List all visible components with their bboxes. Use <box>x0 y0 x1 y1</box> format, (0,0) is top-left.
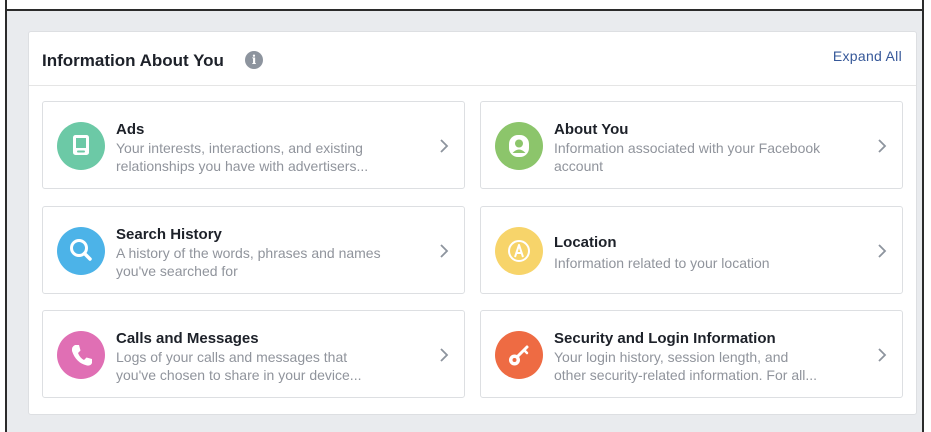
card-description: Information related to your location <box>554 254 854 272</box>
card-ads[interactable]: Ads Your interests, interactions, and ex… <box>42 101 465 189</box>
card-title: About You <box>554 121 629 138</box>
location-icon <box>495 227 543 275</box>
window-frame-top <box>0 0 931 11</box>
card-about-you[interactable]: About You Information associated with yo… <box>480 101 903 189</box>
search-icon <box>57 227 105 275</box>
card-title: Security and Login Information <box>554 330 776 347</box>
description-line: relationships you have with advertisers.… <box>116 158 369 174</box>
description-line: you've chosen to share in your device... <box>116 367 362 383</box>
card-location[interactable]: Location Information related to your loc… <box>480 206 903 294</box>
info-icon[interactable]: i <box>245 51 263 69</box>
card-description: Your interests, interactions, and existi… <box>116 139 416 175</box>
description-line: Your interests, interactions, and existi… <box>116 140 363 156</box>
chevron-right-icon <box>875 138 889 154</box>
description-line: account <box>554 158 604 174</box>
description-line: Logs of your calls and messages that <box>116 349 348 365</box>
chevron-right-icon <box>875 347 889 363</box>
card-title: Ads <box>116 121 145 138</box>
description-line: Your login history, session length, and <box>554 349 789 365</box>
card-title: Search History <box>116 226 222 243</box>
window-frame-left <box>0 0 7 432</box>
description-line: A history of the words, phrases and name… <box>116 245 381 261</box>
description-line: Information related to your location <box>554 255 770 271</box>
description-line: Information associated with your Faceboo… <box>554 140 821 156</box>
window-frame-right <box>922 0 931 432</box>
expand-all-link[interactable]: Expand All <box>833 48 902 64</box>
description-line: you've searched for <box>116 263 238 279</box>
chevron-right-icon <box>875 243 889 259</box>
description-line: other security-related information. For … <box>554 367 817 383</box>
chevron-right-icon <box>437 243 451 259</box>
ads-icon <box>57 122 105 170</box>
key-icon <box>495 331 543 379</box>
chevron-right-icon <box>437 347 451 363</box>
person-icon <box>495 122 543 170</box>
card-security-and-login[interactable]: Security and Login Information Your logi… <box>480 310 903 398</box>
card-title: Calls and Messages <box>116 330 259 347</box>
information-about-you-panel: Information About You i Expand All Ads Y… <box>28 31 917 415</box>
phone-icon <box>57 331 105 379</box>
card-search-history[interactable]: Search History A history of the words, p… <box>42 206 465 294</box>
card-description: Your login history, session length, and … <box>554 348 854 384</box>
card-title: Location <box>554 234 617 251</box>
card-description: A history of the words, phrases and name… <box>116 244 416 280</box>
card-calls-and-messages[interactable]: Calls and Messages Logs of your calls an… <box>42 310 465 398</box>
panel-title: Information About You <box>42 51 224 70</box>
card-description: Information associated with your Faceboo… <box>554 139 854 175</box>
card-description: Logs of your calls and messages that you… <box>116 348 416 384</box>
chevron-right-icon <box>437 138 451 154</box>
panel-header: Information About You i Expand All <box>29 32 916 86</box>
